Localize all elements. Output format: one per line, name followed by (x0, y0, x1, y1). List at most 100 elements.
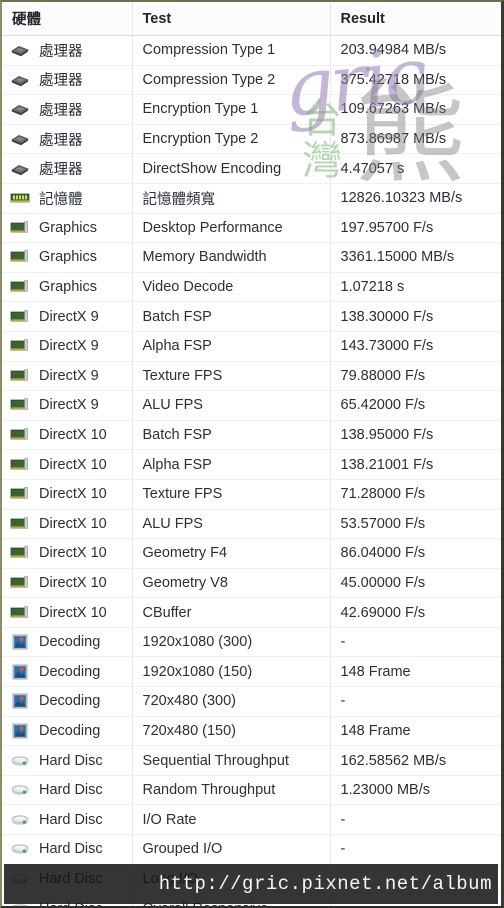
table-row[interactable]: DirectX 10 Geometry V8 45.00000 F/s (2, 568, 501, 599)
table-row[interactable]: Decoding 720x480 (150) 148 Frame (2, 716, 501, 747)
video-icon (10, 633, 30, 651)
column-header-test[interactable]: Test (132, 2, 331, 36)
hardware-label: DirectX 10 (39, 574, 107, 591)
cell-hardware: DirectX 9 (2, 390, 133, 421)
cell-hardware: 記憶體 (2, 183, 133, 214)
cell-test: Compression Type 1 (132, 35, 331, 66)
table-row[interactable]: DirectX 9 Texture FPS 79.88000 F/s (2, 361, 501, 392)
cell-result: 79.88000 F/s (330, 361, 501, 392)
table-row[interactable]: Hard Disc Random Throughput 1.23000 MB/s (2, 775, 501, 806)
table-row[interactable]: 記憶體 記憶體頻寬 12826.10323 MB/s (2, 183, 501, 214)
gpu-icon (10, 485, 30, 503)
harddisk-icon (10, 840, 30, 858)
table-row[interactable]: Decoding 1920x1080 (150) 148 Frame (2, 656, 501, 688)
cell-result: 53.57000 F/s (330, 509, 501, 540)
cell-test: 記憶體頻寬 (132, 183, 331, 214)
hardware-cell-content: Hard Disc (10, 781, 131, 799)
cell-hardware: 處理器 (2, 94, 133, 125)
table-row[interactable]: DirectX 10 Geometry F4 86.04000 F/s (2, 538, 501, 569)
hardware-cell-content: DirectX 9 (10, 367, 131, 385)
table-row[interactable]: Graphics Video Decode 1.07218 s (2, 272, 501, 303)
cell-test: Texture FPS (132, 361, 331, 392)
video-icon (10, 722, 30, 740)
hardware-label: DirectX 10 (39, 515, 107, 532)
table-row[interactable]: 處理器 Encryption Type 1 109.67263 MB/s (2, 94, 501, 125)
hardware-label: 處理器 (39, 73, 83, 90)
table-row[interactable]: DirectX 10 CBuffer 42.69000 F/s (2, 597, 501, 628)
table-row[interactable]: 處理器 Encryption Type 2 873.86987 MB/s (2, 124, 501, 155)
cell-hardware: Hard Disc (2, 745, 133, 776)
cell-result: - (330, 686, 501, 717)
table-row[interactable]: DirectX 10 Texture FPS 71.28000 F/s (2, 479, 501, 510)
table-row[interactable]: Decoding 720x480 (300) - (2, 686, 501, 717)
cell-test: ALU FPS (132, 509, 331, 540)
cell-test: Desktop Performance (132, 213, 331, 244)
cell-hardware: Graphics (2, 242, 133, 273)
cell-result: 45.00000 F/s (330, 568, 501, 599)
hardware-cell-content: DirectX 9 (10, 337, 131, 355)
cell-test: CBuffer (132, 597, 331, 628)
hardware-label: DirectX 9 (39, 308, 99, 325)
gpu-icon (10, 367, 30, 385)
hardware-label: DirectX 10 (39, 604, 107, 621)
memory-icon (10, 189, 30, 207)
hardware-cell-content: Hard Disc (10, 752, 131, 770)
cell-result: 3361.15000 MB/s (330, 242, 501, 273)
hardware-cell-content: DirectX 10 (10, 544, 131, 562)
cell-test: 1920x1080 (150) (132, 656, 331, 688)
cell-hardware: Graphics (2, 213, 133, 244)
hardware-label: Decoding (39, 663, 101, 680)
hardware-cell-content: Graphics (10, 219, 131, 237)
table-row[interactable]: DirectX 10 ALU FPS 53.57000 F/s (2, 509, 501, 540)
cell-hardware: Hard Disc (2, 834, 133, 865)
hardware-cell-content: 記憶體 (10, 188, 131, 209)
cell-test: Grouped I/O (132, 834, 331, 865)
benchmark-results-window: gric 台 灣 熊 硬體 Test Result 處理器 Compression… (0, 0, 504, 908)
table-row[interactable]: DirectX 9 Alpha FSP 143.73000 F/s (2, 331, 501, 362)
hardware-label: DirectX 9 (39, 367, 99, 384)
cpu-icon (10, 71, 30, 89)
hardware-cell-content: Graphics (10, 278, 131, 296)
table-row[interactable]: DirectX 10 Alpha FSP 138.21001 F/s (2, 449, 501, 480)
table-row[interactable]: Hard Disc Sequential Throughput 162.58562 … (2, 745, 501, 776)
cell-hardware: Hard Disc (2, 775, 133, 806)
cell-test: Batch FSP (132, 420, 331, 451)
table-row[interactable]: Hard Disc Grouped I/O - (2, 834, 501, 865)
cell-test: Encryption Type 2 (132, 124, 331, 155)
column-header-hardware[interactable]: 硬體 (2, 2, 133, 36)
hardware-cell-content: Decoding (10, 633, 131, 651)
cpu-icon (10, 160, 30, 178)
table-row[interactable]: 處理器 Compression Type 1 203.94984 MB/s (2, 35, 501, 66)
table-row[interactable]: DirectX 9 ALU FPS 65.42000 F/s (2, 390, 501, 421)
cell-hardware: DirectX 10 (2, 449, 133, 480)
gpu-icon (10, 426, 30, 444)
gpu-icon (10, 308, 30, 326)
gpu-icon (10, 219, 30, 237)
table-row[interactable]: Graphics Desktop Performance 197.95700 F/s (2, 213, 501, 244)
hardware-label: Hard Disc (39, 841, 103, 858)
cell-test: Memory Bandwidth (132, 242, 331, 273)
hardware-label: 記憶體 (39, 191, 83, 208)
column-header-result[interactable]: Result (330, 2, 501, 36)
table-row[interactable]: Hard Disc I/O Rate - (2, 804, 501, 836)
gpu-icon (10, 248, 30, 266)
table-row[interactable]: 處理器 Compression Type 2 375.42718 MB/s (2, 65, 501, 96)
cpu-icon (10, 41, 30, 59)
cell-hardware: DirectX 9 (2, 331, 133, 362)
cell-result: 375.42718 MB/s (330, 65, 501, 96)
hardware-cell-content: 處理器 (10, 99, 131, 120)
table-row[interactable]: DirectX 10 Batch FSP 138.95000 F/s (2, 420, 501, 451)
hardware-cell-content: 處理器 (10, 69, 131, 90)
url-watermark-banner: http://gric.pixnet.net/album (4, 864, 498, 904)
table-row[interactable]: Decoding 1920x1080 (300) - (2, 627, 501, 658)
hardware-cell-content: DirectX 10 (10, 426, 131, 444)
table-row[interactable]: DirectX 9 Batch FSP 138.30000 F/s (2, 301, 501, 332)
table-row[interactable]: 處理器 DirectShow Encoding 4.47057 s (2, 153, 501, 184)
table-row[interactable]: Graphics Memory Bandwidth 3361.15000 MB/s (2, 242, 501, 273)
harddisk-icon (10, 781, 30, 799)
cell-result: 203.94984 MB/s (330, 35, 501, 66)
cell-result: 4.47057 s (330, 153, 501, 184)
cell-test: Video Decode (132, 272, 331, 303)
cell-hardware: Graphics (2, 272, 133, 303)
cell-hardware: 處理器 (2, 124, 133, 155)
